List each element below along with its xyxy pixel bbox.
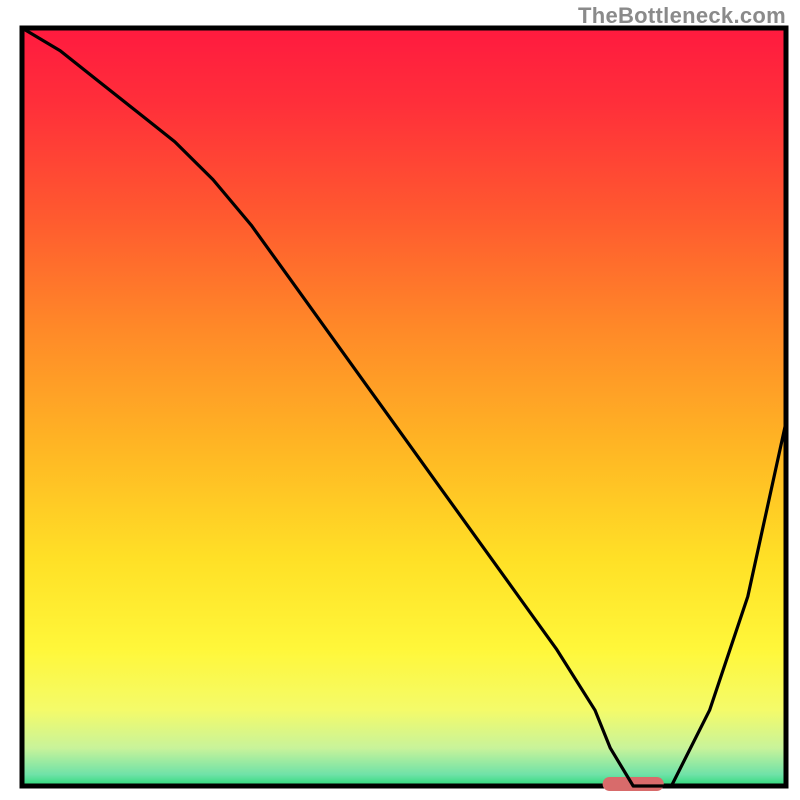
watermark-text: TheBottleneck.com	[578, 3, 786, 29]
chart-container: TheBottleneck.com	[0, 0, 800, 800]
bottleneck-chart	[0, 0, 800, 800]
